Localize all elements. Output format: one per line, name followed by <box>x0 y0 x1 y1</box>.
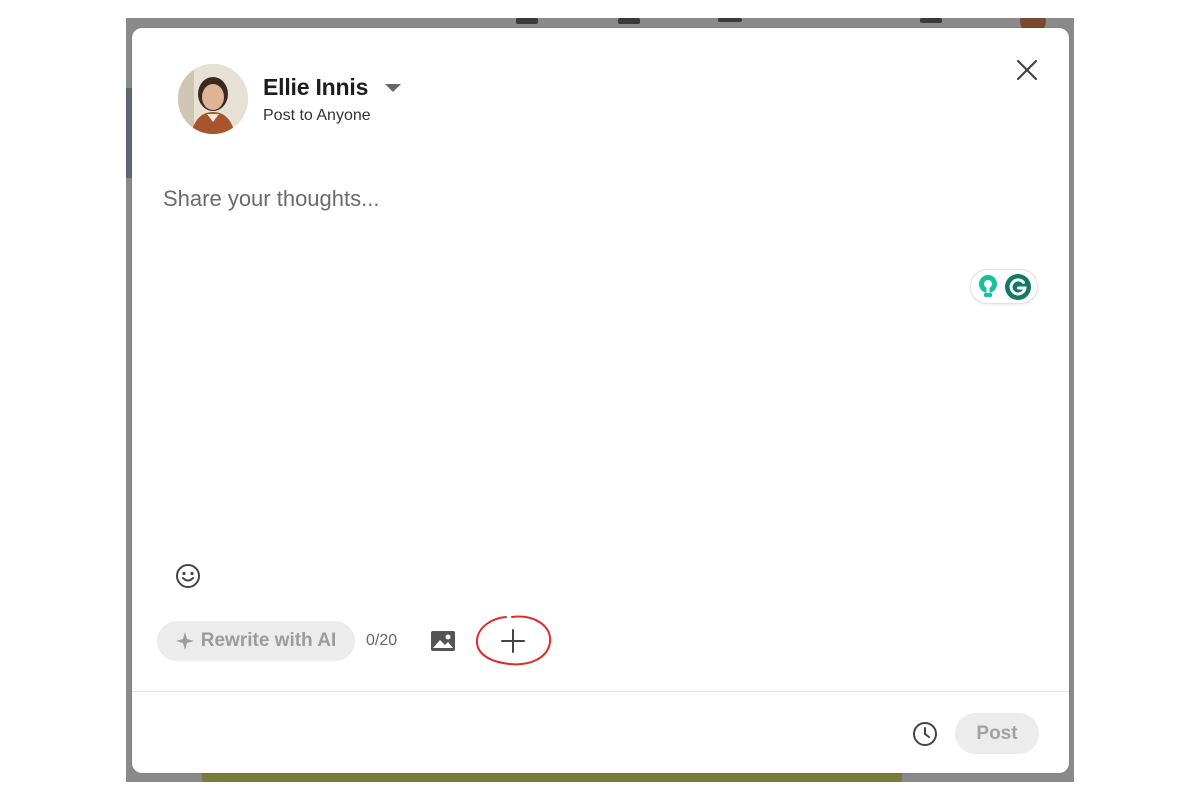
author-selector[interactable]: Ellie Innis Post to Anyone <box>178 64 402 134</box>
image-icon <box>431 631 455 651</box>
lightbulb-icon <box>979 274 997 297</box>
close-icon <box>1016 59 1038 81</box>
post-text-input[interactable] <box>163 186 1023 212</box>
caret-down-icon <box>385 84 402 92</box>
sparkle-icon <box>175 632 194 650</box>
avatar <box>178 64 248 134</box>
more-options-button[interactable] <box>498 626 528 656</box>
schedule-post-button[interactable] <box>910 719 940 749</box>
emoji-button[interactable] <box>174 562 202 590</box>
background-nav-icon <box>516 18 538 24</box>
grammarly-icon <box>1005 273 1031 300</box>
background-nav-icon <box>718 18 742 22</box>
create-post-dialog: Ellie Innis Post to Anyone Share your th… <box>132 28 1069 773</box>
background-nav-icon <box>920 18 942 23</box>
plus-icon <box>501 629 525 653</box>
grammarly-widget[interactable] <box>970 269 1038 304</box>
smiley-icon <box>176 564 200 588</box>
rewrite-label: Rewrite with AI <box>200 630 337 651</box>
character-counter: 0/20 <box>366 632 398 649</box>
add-media-button[interactable] <box>429 629 457 653</box>
author-name: Ellie Innis <box>263 73 369 100</box>
post-visibility: Post to Anyone <box>263 106 371 124</box>
background-nav-icon <box>618 18 640 24</box>
close-button[interactable] <box>1013 56 1041 84</box>
rewrite-with-ai-button[interactable]: Rewrite with AI <box>157 621 355 661</box>
footer-divider <box>132 691 1069 692</box>
post-button[interactable]: Post <box>955 713 1039 754</box>
clock-icon <box>913 722 937 746</box>
